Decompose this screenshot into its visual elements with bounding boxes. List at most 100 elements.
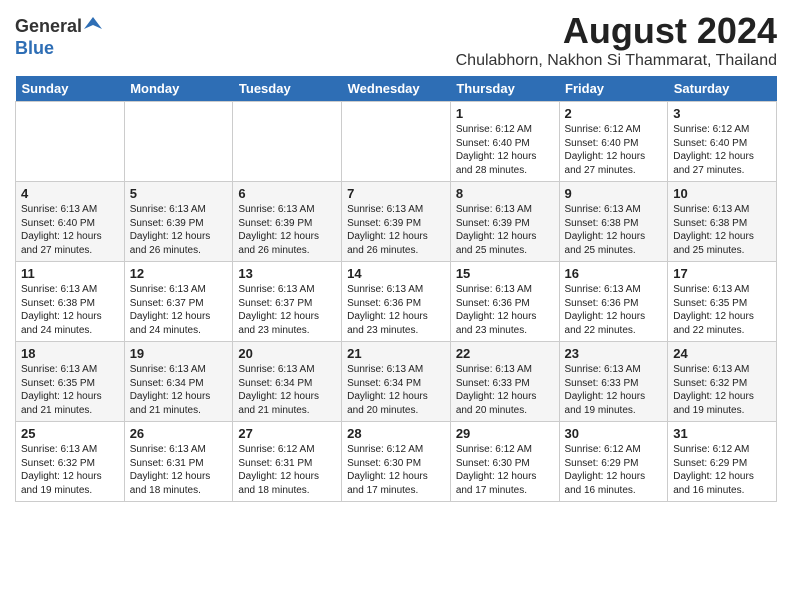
calendar-cell: 22 Sunrise: 6:13 AM Sunset: 6:33 PM Dayli… bbox=[450, 342, 559, 422]
calendar-cell: 15 Sunrise: 6:13 AM Sunset: 6:36 PM Dayli… bbox=[450, 262, 559, 342]
calendar-cell: 5 Sunrise: 6:13 AM Sunset: 6:39 PM Daylig… bbox=[124, 182, 233, 262]
day-number: 25 bbox=[21, 426, 119, 441]
cell-content: Sunrise: 6:13 AM Sunset: 6:39 PM Dayligh… bbox=[456, 203, 554, 257]
cell-content: Sunrise: 6:13 AM Sunset: 6:34 PM Dayligh… bbox=[238, 363, 336, 417]
title-area: August 2024 Chulabhorn, Nakhon Si Thamma… bbox=[456, 10, 777, 70]
cell-content: Sunrise: 6:13 AM Sunset: 6:39 PM Dayligh… bbox=[130, 203, 228, 257]
calendar-cell: 24Sunrise: 6:13 AM Sunset: 6:32 PM Dayli… bbox=[668, 342, 777, 422]
calendar-week-row: 25 Sunrise: 6:13 AM Sunset: 6:32 PM Dayli… bbox=[16, 422, 777, 502]
calendar-cell: 29 Sunrise: 6:12 AM Sunset: 6:30 PM Dayli… bbox=[450, 422, 559, 502]
cell-content: Sunrise: 6:13 AM Sunset: 6:33 PM Dayligh… bbox=[565, 363, 663, 417]
calendar-cell: 14 Sunrise: 6:13 AM Sunset: 6:36 PM Dayli… bbox=[342, 262, 451, 342]
cell-content: Sunrise: 6:12 AM Sunset: 6:40 PM Dayligh… bbox=[565, 123, 663, 177]
calendar-cell: 27Sunrise: 6:12 AM Sunset: 6:31 PM Dayli… bbox=[233, 422, 342, 502]
logo: General Blue bbox=[15, 15, 102, 59]
calendar-cell: 4Sunrise: 6:13 AM Sunset: 6:40 PM Daylig… bbox=[16, 182, 125, 262]
day-number: 14 bbox=[347, 266, 445, 281]
cell-content: Sunrise: 6:12 AM Sunset: 6:29 PM Dayligh… bbox=[673, 443, 771, 497]
calendar-week-row: 11 Sunrise: 6:13 AM Sunset: 6:38 PM Dayli… bbox=[16, 262, 777, 342]
cell-content: Sunrise: 6:13 AM Sunset: 6:38 PM Dayligh… bbox=[21, 283, 119, 337]
calendar-cell bbox=[16, 102, 125, 182]
day-number: 5 bbox=[130, 186, 228, 201]
calendar-cell: 6 Sunrise: 6:13 AM Sunset: 6:39 PM Daylig… bbox=[233, 182, 342, 262]
cell-content: Sunrise: 6:12 AM Sunset: 6:40 PM Dayligh… bbox=[673, 123, 771, 177]
cell-content: Sunrise: 6:13 AM Sunset: 6:38 PM Dayligh… bbox=[565, 203, 663, 257]
calendar-cell: 25 Sunrise: 6:13 AM Sunset: 6:32 PM Dayli… bbox=[16, 422, 125, 502]
day-number: 3 bbox=[673, 106, 771, 121]
cell-content: Sunrise: 6:13 AM Sunset: 6:39 PM Dayligh… bbox=[238, 203, 336, 257]
calendar-week-row: 4Sunrise: 6:13 AM Sunset: 6:40 PM Daylig… bbox=[16, 182, 777, 262]
calendar-cell: 17 Sunrise: 6:13 AM Sunset: 6:35 PM Dayli… bbox=[668, 262, 777, 342]
cell-content: Sunrise: 6:13 AM Sunset: 6:35 PM Dayligh… bbox=[673, 283, 771, 337]
cell-content: Sunrise: 6:13 AM Sunset: 6:35 PM Dayligh… bbox=[21, 363, 119, 417]
calendar-header-row: SundayMondayTuesdayWednesdayThursdayFrid… bbox=[16, 76, 777, 102]
cell-content: Sunrise: 6:13 AM Sunset: 6:36 PM Dayligh… bbox=[347, 283, 445, 337]
day-number: 1 bbox=[456, 106, 554, 121]
day-number: 24 bbox=[673, 346, 771, 361]
calendar-cell: 3 Sunrise: 6:12 AM Sunset: 6:40 PM Daylig… bbox=[668, 102, 777, 182]
calendar-cell: 10 Sunrise: 6:13 AM Sunset: 6:38 PM Dayli… bbox=[668, 182, 777, 262]
calendar-cell: 23 Sunrise: 6:13 AM Sunset: 6:33 PM Dayli… bbox=[559, 342, 668, 422]
day-number: 16 bbox=[565, 266, 663, 281]
calendar-cell bbox=[233, 102, 342, 182]
day-number: 30 bbox=[565, 426, 663, 441]
calendar-cell: 11 Sunrise: 6:13 AM Sunset: 6:38 PM Dayli… bbox=[16, 262, 125, 342]
day-number: 2 bbox=[565, 106, 663, 121]
cell-content: Sunrise: 6:13 AM Sunset: 6:32 PM Dayligh… bbox=[21, 443, 119, 497]
day-number: 23 bbox=[565, 346, 663, 361]
cell-content: Sunrise: 6:13 AM Sunset: 6:36 PM Dayligh… bbox=[456, 283, 554, 337]
day-number: 6 bbox=[238, 186, 336, 201]
calendar-cell: 7 Sunrise: 6:13 AM Sunset: 6:39 PM Daylig… bbox=[342, 182, 451, 262]
calendar-cell: 26 Sunrise: 6:13 AM Sunset: 6:31 PM Dayli… bbox=[124, 422, 233, 502]
cell-content: Sunrise: 6:13 AM Sunset: 6:38 PM Dayligh… bbox=[673, 203, 771, 257]
cell-content: Sunrise: 6:13 AM Sunset: 6:39 PM Dayligh… bbox=[347, 203, 445, 257]
day-number: 26 bbox=[130, 426, 228, 441]
cell-content: Sunrise: 6:12 AM Sunset: 6:40 PM Dayligh… bbox=[456, 123, 554, 177]
calendar-cell: 19 Sunrise: 6:13 AM Sunset: 6:34 PM Dayli… bbox=[124, 342, 233, 422]
day-number: 10 bbox=[673, 186, 771, 201]
day-number: 29 bbox=[456, 426, 554, 441]
calendar-cell: 21 Sunrise: 6:13 AM Sunset: 6:34 PM Dayli… bbox=[342, 342, 451, 422]
cell-content: Sunrise: 6:13 AM Sunset: 6:33 PM Dayligh… bbox=[456, 363, 554, 417]
cell-content: Sunrise: 6:13 AM Sunset: 6:37 PM Dayligh… bbox=[130, 283, 228, 337]
day-number: 19 bbox=[130, 346, 228, 361]
weekday-header-saturday: Saturday bbox=[668, 76, 777, 102]
cell-content: Sunrise: 6:12 AM Sunset: 6:29 PM Dayligh… bbox=[565, 443, 663, 497]
calendar-cell: 1 Sunrise: 6:12 AM Sunset: 6:40 PM Daylig… bbox=[450, 102, 559, 182]
cell-content: Sunrise: 6:12 AM Sunset: 6:30 PM Dayligh… bbox=[347, 443, 445, 497]
weekday-header-friday: Friday bbox=[559, 76, 668, 102]
calendar-cell bbox=[342, 102, 451, 182]
day-number: 13 bbox=[238, 266, 336, 281]
header: General Blue August 2024 Chulabhorn, Nak… bbox=[15, 10, 777, 70]
day-number: 7 bbox=[347, 186, 445, 201]
day-number: 15 bbox=[456, 266, 554, 281]
day-number: 20 bbox=[238, 346, 336, 361]
day-number: 11 bbox=[21, 266, 119, 281]
calendar-cell: 18 Sunrise: 6:13 AM Sunset: 6:35 PM Dayli… bbox=[16, 342, 125, 422]
calendar-cell: 30 Sunrise: 6:12 AM Sunset: 6:29 PM Dayli… bbox=[559, 422, 668, 502]
calendar-cell: 2 Sunrise: 6:12 AM Sunset: 6:40 PM Daylig… bbox=[559, 102, 668, 182]
cell-content: Sunrise: 6:13 AM Sunset: 6:34 PM Dayligh… bbox=[130, 363, 228, 417]
logo-bird-icon bbox=[84, 15, 102, 33]
day-number: 17 bbox=[673, 266, 771, 281]
calendar-cell: 16 Sunrise: 6:13 AM Sunset: 6:36 PM Dayli… bbox=[559, 262, 668, 342]
cell-content: Sunrise: 6:13 AM Sunset: 6:34 PM Dayligh… bbox=[347, 363, 445, 417]
weekday-header-sunday: Sunday bbox=[16, 76, 125, 102]
day-number: 31 bbox=[673, 426, 771, 441]
day-number: 28 bbox=[347, 426, 445, 441]
weekday-header-tuesday: Tuesday bbox=[233, 76, 342, 102]
cell-content: Sunrise: 6:13 AM Sunset: 6:31 PM Dayligh… bbox=[130, 443, 228, 497]
cell-content: Sunrise: 6:13 AM Sunset: 6:36 PM Dayligh… bbox=[565, 283, 663, 337]
calendar-week-row: 1 Sunrise: 6:12 AM Sunset: 6:40 PM Daylig… bbox=[16, 102, 777, 182]
day-number: 18 bbox=[21, 346, 119, 361]
calendar-cell: 31 Sunrise: 6:12 AM Sunset: 6:29 PM Dayli… bbox=[668, 422, 777, 502]
weekday-header-monday: Monday bbox=[124, 76, 233, 102]
day-number: 12 bbox=[130, 266, 228, 281]
day-number: 9 bbox=[565, 186, 663, 201]
weekday-header-thursday: Thursday bbox=[450, 76, 559, 102]
day-number: 22 bbox=[456, 346, 554, 361]
day-number: 21 bbox=[347, 346, 445, 361]
cell-content: Sunrise: 6:12 AM Sunset: 6:30 PM Dayligh… bbox=[456, 443, 554, 497]
calendar-week-row: 18 Sunrise: 6:13 AM Sunset: 6:35 PM Dayli… bbox=[16, 342, 777, 422]
calendar-cell bbox=[124, 102, 233, 182]
